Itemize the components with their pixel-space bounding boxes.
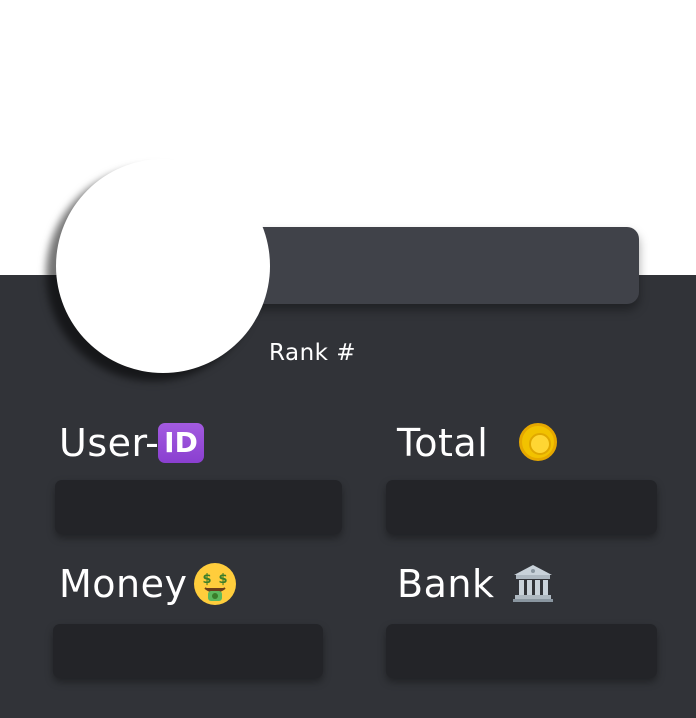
svg-text:$: $ [202, 572, 211, 587]
bank-field [386, 624, 657, 678]
bank-label: Bank [397, 562, 495, 606]
rank-label: Rank # [269, 340, 357, 366]
coin-icon [519, 423, 557, 461]
svg-text:$: $ [218, 572, 227, 587]
bank-icon [512, 563, 554, 603]
money-field [53, 624, 323, 678]
total-label: Total [397, 421, 489, 465]
money-label: Money [59, 562, 188, 606]
user-id-label: User- [59, 421, 160, 465]
money-mouth-face-icon: $ $ [193, 562, 237, 606]
avatar[interactable] [56, 159, 270, 373]
total-field [386, 480, 657, 534]
user-id-field [55, 480, 342, 534]
name-banner [236, 227, 639, 304]
id-icon: ID [158, 423, 204, 463]
